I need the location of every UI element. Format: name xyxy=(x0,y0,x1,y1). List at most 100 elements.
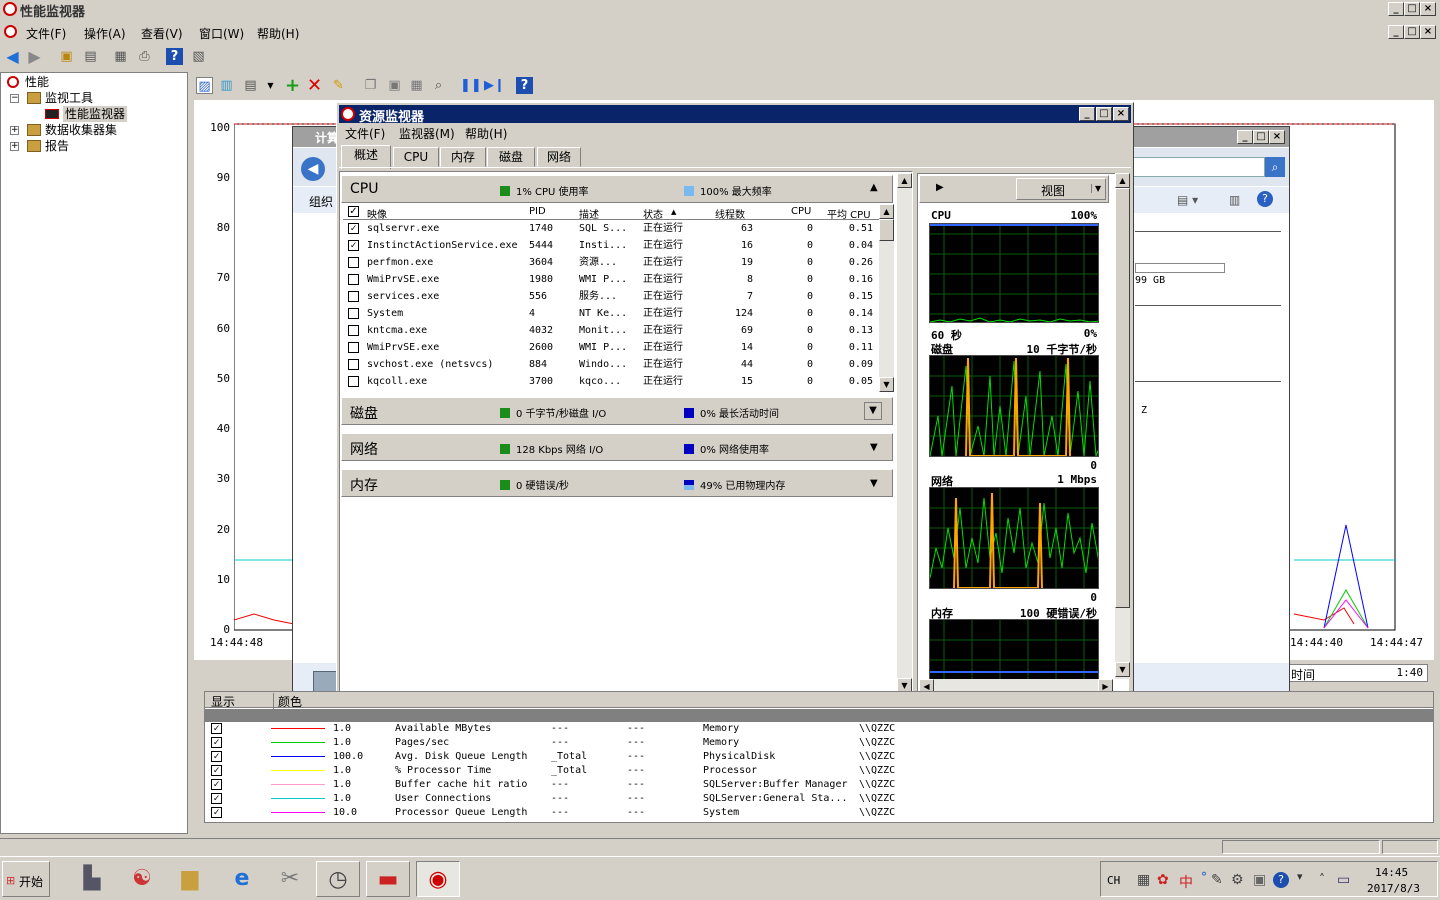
counter-row[interactable]: ✓ 10.0 Processor Queue Length --- --- System \… xyxy=(205,806,1433,820)
collapse-panel-icon[interactable]: ▶ xyxy=(936,182,944,193)
col-image[interactable]: 映像 xyxy=(367,206,387,221)
resmon-maximize-button[interactable]: □ xyxy=(1096,107,1112,121)
sql-icon[interactable]: ☯ xyxy=(120,861,164,897)
bg-search-icon[interactable]: ⌕ xyxy=(1265,157,1285,177)
process-row[interactable]: System 4 NT Ke... 正在运行 124 0 0.14 xyxy=(343,305,875,322)
tab-cpu[interactable]: CPU xyxy=(393,147,439,167)
counter-row[interactable]: ✓ 1.0 Available MBytes --- --- Memory \\QZZC xyxy=(205,722,1433,736)
bg-help-icon[interactable]: ? xyxy=(1257,191,1273,207)
col-desc[interactable]: 描述 xyxy=(579,206,599,221)
view-button[interactable]: 视图 ▼ xyxy=(1016,178,1106,200)
process-checkbox[interactable] xyxy=(348,257,359,268)
bg-back-icon[interactable]: ◀ xyxy=(301,157,325,181)
resmon-close-button[interactable]: × xyxy=(1113,107,1129,121)
counter-show-checkbox[interactable]: ✓ xyxy=(211,793,222,804)
forward-arrow-icon[interactable]: ▶ xyxy=(26,48,43,65)
maximize-button[interactable]: □ xyxy=(1404,2,1420,16)
child-close-button[interactable]: × xyxy=(1420,25,1436,39)
scroll-down-icon[interactable]: ▼ xyxy=(879,377,894,392)
show-tree-icon[interactable]: ▤ xyxy=(82,48,99,65)
back-arrow-icon[interactable]: ◀ xyxy=(4,48,21,65)
counter-row[interactable]: ✓ 1.0 Pages/sec --- --- Memory \\QZZC xyxy=(205,736,1433,750)
scroll-thumb[interactable] xyxy=(879,219,894,241)
tray-expand-icon[interactable]: ˄ xyxy=(1319,872,1325,886)
scroll-thumb[interactable] xyxy=(1115,188,1130,608)
child-minimize-button[interactable]: _ xyxy=(1388,25,1404,39)
scroll-down-icon[interactable]: ▼ xyxy=(1115,662,1130,677)
add-counter-icon[interactable]: + xyxy=(284,77,301,95)
process-row[interactable]: ✓ sqlservr.exe 1740 SQL S... 正在运行 63 0 0.51 xyxy=(343,220,875,237)
process-checkbox[interactable] xyxy=(348,325,359,336)
bg-preview-icon[interactable]: ▥ xyxy=(1229,193,1240,207)
explorer-folder-icon[interactable]: ▆ xyxy=(168,861,212,897)
menu-help[interactable]: 帮助(H) xyxy=(257,25,299,42)
soft-keyboard-icon[interactable]: ✎ xyxy=(1211,872,1223,888)
lang-indicator[interactable]: CH xyxy=(1107,874,1120,887)
col-status[interactable]: 状态 xyxy=(643,206,663,221)
tray-menu-icon[interactable]: ▾ xyxy=(1297,870,1303,883)
process-row[interactable]: WmiPrvSE.exe 2600 WMI P... 正在运行 14 0 0.11 xyxy=(343,339,875,356)
counter-show-checkbox[interactable]: ✓ xyxy=(211,807,222,818)
col-cpu[interactable]: CPU xyxy=(791,206,811,217)
view-graph-icon[interactable]: ▨ xyxy=(196,77,213,94)
close-button[interactable]: × xyxy=(1420,2,1436,16)
properties-icon[interactable]: ▧ xyxy=(190,48,207,65)
resmon-menu-file[interactable]: 文件(F) xyxy=(345,125,385,142)
counter-show-checkbox[interactable]: ✓ xyxy=(211,751,222,762)
tray-app-icon[interactable]: ▣ xyxy=(1253,872,1266,888)
menu-file[interactable]: 文件(F) xyxy=(26,25,66,42)
counter-show-checkbox[interactable]: ✓ xyxy=(211,779,222,790)
resmon-minimize-button[interactable]: _ xyxy=(1079,107,1095,121)
expand-arrow-icon[interactable]: ▼ xyxy=(870,442,878,453)
snipping-tool-icon[interactable]: ✂ xyxy=(268,861,312,897)
server-manager-icon[interactable]: ▙ xyxy=(70,861,114,897)
memory-section-header[interactable]: 内存 0 硬错误/秒 49% 已用物理内存 ▼ xyxy=(341,469,893,497)
network-section-header[interactable]: 网络 128 Kbps 网络 I/O 0% 网络使用率 ▼ xyxy=(341,433,893,461)
scroll-up-icon[interactable]: ▲ xyxy=(1115,173,1130,188)
expand-icon[interactable]: + xyxy=(10,126,19,135)
dropdown-arrow-icon[interactable]: ▼ xyxy=(262,77,279,94)
bg-maximize-button[interactable]: □ xyxy=(1253,130,1269,144)
resmon-menu-monitor[interactable]: 监视器(M) xyxy=(399,125,455,142)
col-show[interactable]: 显示 xyxy=(211,693,235,710)
process-row[interactable]: svchost.exe (netsvcs) 884 Windo... 正在运行 44 0 0… xyxy=(343,356,875,373)
overview-scrollbar[interactable]: ▲ ▼ xyxy=(897,173,912,695)
process-checkbox[interactable]: ✓ xyxy=(348,223,359,234)
copy-icon[interactable]: ❐ xyxy=(362,77,379,94)
process-row[interactable]: ✓ InstinctActionService.exe 5444 Insti... 正在… xyxy=(343,237,875,254)
up-folder-icon[interactable]: ▣ xyxy=(58,48,75,65)
internet-explorer-icon[interactable]: e xyxy=(220,861,264,897)
punct-icon[interactable]: ° xyxy=(1201,870,1207,884)
child-restore-button[interactable]: □ xyxy=(1404,25,1420,39)
toolbox-icon[interactable]: ▬ xyxy=(366,861,410,897)
collapse-icon[interactable]: − xyxy=(10,94,19,103)
network-tray-icon[interactable]: ▭ xyxy=(1337,872,1350,888)
menu-window[interactable]: 窗口(W) xyxy=(199,25,244,42)
change-graph-type-icon[interactable]: ▤ xyxy=(242,77,259,94)
tab-network[interactable]: 网络 xyxy=(537,147,581,167)
help-icon[interactable]: ? xyxy=(516,77,533,94)
graphs-scrollbar[interactable]: ▲ ▼ xyxy=(1115,173,1130,679)
paste-icon[interactable]: ▣ xyxy=(386,77,403,94)
expand-arrow-icon[interactable]: ▼ xyxy=(864,402,882,420)
process-row[interactable]: services.exe 556 服务... 正在运行 7 0 0.15 xyxy=(343,288,875,305)
scroll-up-icon[interactable]: ▲ xyxy=(897,173,912,188)
cpu-section-header[interactable]: CPU 1% CPU 使用率 100% 最大频率 ▲ xyxy=(341,175,893,203)
perfmon-task-icon[interactable]: ◉ xyxy=(416,861,460,897)
process-row[interactable]: WmiPrvSE.exe 1980 WMI P... 正在运行 8 0 0.16 xyxy=(343,271,875,288)
process-row[interactable]: kntcma.exe 4032 Monit... 正在运行 69 0 0.13 xyxy=(343,322,875,339)
counter-row[interactable]: ✓ 1.0 % Processor Time _Total --- Processor \\… xyxy=(205,764,1433,778)
minimize-button[interactable]: _ xyxy=(1388,2,1404,16)
ime-grid-icon[interactable]: ▦ xyxy=(1137,872,1150,888)
bg-close-button[interactable]: × xyxy=(1269,130,1285,144)
bg-search-box[interactable] xyxy=(1133,157,1265,177)
process-checkbox[interactable] xyxy=(348,359,359,370)
clock-app-icon[interactable]: ◷ xyxy=(316,861,360,897)
process-checkbox[interactable] xyxy=(348,342,359,353)
select-all-checkbox[interactable]: ✓ xyxy=(348,206,359,217)
counter-show-checkbox[interactable]: ✓ xyxy=(211,765,222,776)
tray-help-icon[interactable]: ? xyxy=(1273,872,1289,888)
tab-disk[interactable]: 磁盘 xyxy=(487,147,535,167)
process-checkbox[interactable] xyxy=(348,274,359,285)
resmon-menu-help[interactable]: 帮助(H) xyxy=(465,125,507,142)
